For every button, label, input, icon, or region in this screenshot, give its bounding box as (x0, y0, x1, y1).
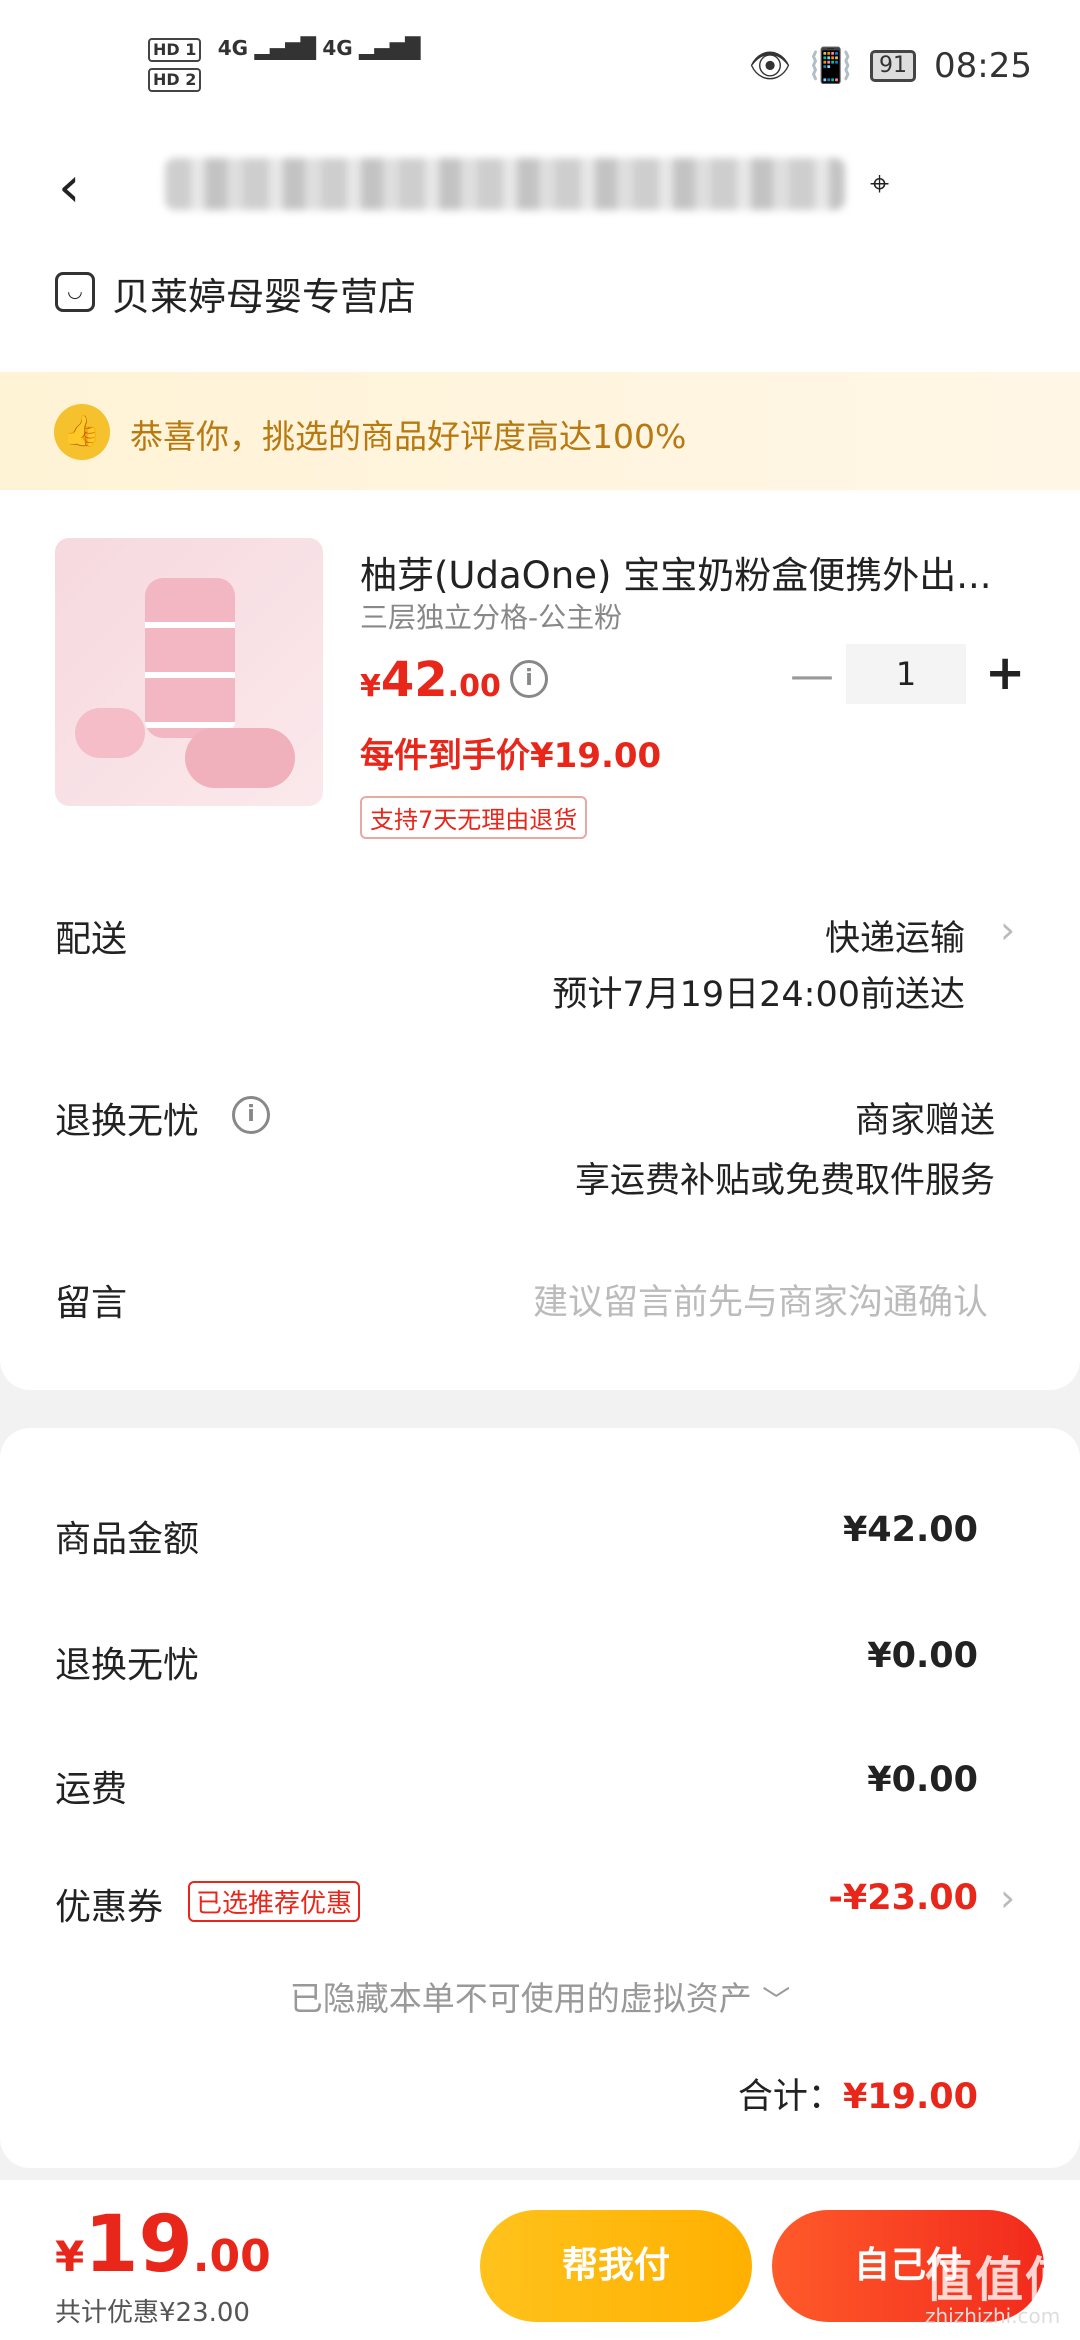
delivery-label: 配送 (55, 919, 128, 960)
delivery-eta: 预计7月19日24:00前送达 (552, 975, 965, 1015)
chevron-right-icon[interactable]: › (1000, 1876, 1015, 1920)
thumbs-up-icon: 👍 (54, 404, 110, 460)
quantity-minus-button[interactable]: — (790, 650, 834, 701)
signal-bars-icon: ▂▄▆█ (359, 36, 421, 60)
store-icon: ◡ (55, 272, 95, 312)
quantity-field[interactable]: 1 (846, 644, 966, 704)
address-redacted[interactable] (165, 158, 845, 210)
total-label: 合计： (737, 2077, 843, 2117)
vibrate-icon: 📳 (809, 46, 853, 86)
goods-amount-value: ¥42.00 (842, 1510, 978, 1550)
goods-amount-label: 商品金额 (55, 1519, 200, 1560)
store-name[interactable]: 贝莱婷母婴专营店 (112, 266, 416, 321)
sim2-badge: HD 2 (148, 68, 202, 92)
clock: 08:25 (934, 46, 1032, 86)
battery-indicator: 91 (870, 50, 917, 82)
shipping-label: 运费 (55, 1769, 128, 1810)
product-price: ¥42.00 (360, 652, 501, 708)
message-input[interactable]: 建议留言前先与商家沟通确认 (533, 1274, 988, 1325)
return-fee-value: ¥0.00 (867, 1636, 978, 1676)
return-info-icon[interactable]: i (232, 1096, 270, 1134)
price-info-icon[interactable]: i (510, 660, 548, 698)
back-arrow-icon[interactable]: ‹ (58, 155, 80, 220)
chevron-down-icon: ﹀ (762, 1984, 791, 2017)
site-watermark: 值值值 (925, 2252, 1076, 2308)
delivery-method[interactable]: 快递运输 (825, 910, 965, 961)
total-value: ¥19.00 (842, 2077, 978, 2117)
chevron-right-icon[interactable]: › (1000, 908, 1015, 952)
return-service-label: 退换无忧 (55, 1101, 200, 1142)
help-pay-button[interactable]: 帮我付 (480, 2210, 752, 2322)
shipping-value: ¥0.00 (867, 1760, 978, 1800)
hidden-assets-toggle[interactable]: 已隐藏本单不可使用的虚拟资产 ﹀ (0, 1972, 1080, 2020)
eye-icon: 👁 (748, 46, 792, 86)
unit-price: 每件到手价¥19.00 (360, 736, 662, 776)
coupon-value[interactable]: -¥23.00 (828, 1878, 978, 1918)
product-title[interactable]: 柚芽(UdaOne) 宝宝奶粉盒便携外出... (360, 545, 1000, 599)
coupon-tag: 已选推荐优惠 (188, 1881, 361, 1922)
message-label: 留言 (55, 1283, 128, 1324)
sim1-badge: HD 1 (148, 38, 202, 62)
product-spec[interactable]: 三层独立分格-公主粉 (360, 596, 622, 636)
signal2-label: 4G (322, 36, 353, 60)
coupon-label: 优惠券 (55, 1887, 164, 1928)
return-fee-label: 退换无忧 (55, 1645, 200, 1686)
location-pin-icon: ⌖ (870, 164, 890, 204)
signal1-label: 4G (217, 36, 249, 60)
quantity-plus-button[interactable]: + (985, 645, 1025, 701)
status-right: 👁 📳 91 08:25 (749, 46, 1033, 86)
signal-bars-icon: ▂▄▆█ (254, 36, 316, 60)
return-policy-tag: 支持7天无理由退货 (360, 796, 588, 839)
banner-text: 恭喜你，挑选的商品好评度高达100% (130, 417, 687, 456)
site-watermark-url: zhizhizhi.com (925, 2304, 1061, 2328)
return-provider: 商家赠送 (854, 1101, 995, 1141)
product-image[interactable] (55, 538, 323, 806)
checkout-total: ¥19.00 (55, 2200, 271, 2290)
signal-indicators: HD 1 4G ▂▄▆█ 4G ▂▄▆█ HD 2 (148, 36, 421, 92)
return-desc: 享运费补贴或免费取件服务 (574, 1161, 995, 1201)
checkout-discount: 共计优惠¥23.00 (55, 2298, 250, 2328)
total-line: 合计：¥19.00 (738, 2068, 978, 2119)
